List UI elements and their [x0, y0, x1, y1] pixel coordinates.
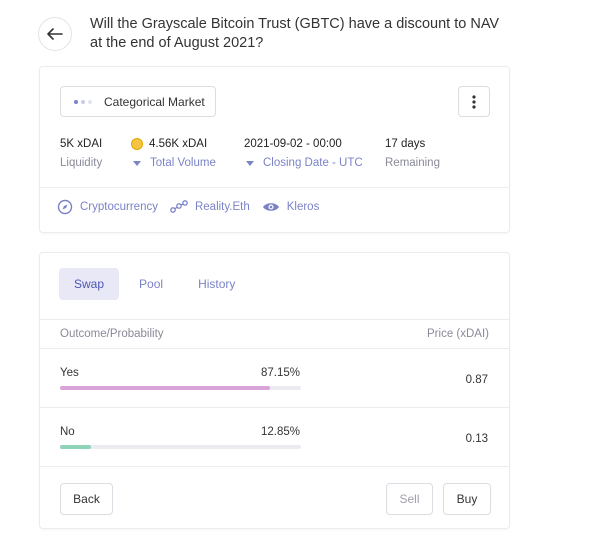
probability-bar — [60, 445, 301, 449]
probability-bar-fill — [60, 386, 271, 390]
vertical-dots-icon — [472, 94, 476, 109]
market-title: Will the Grayscale Bitcoin Trust (GBTC) … — [90, 16, 500, 51]
xdai-coin-icon — [131, 138, 143, 150]
outcome-probability: 87.15% — [260, 367, 300, 379]
stat-value: 17 days — [385, 138, 426, 150]
divider — [40, 187, 509, 188]
header-price: Price (xDAI) — [427, 328, 489, 340]
stat-label: Closing Date - UTC — [263, 157, 363, 169]
market-info-card: Categorical Market 5K xDAI Liquidity 4.5… — [39, 66, 510, 233]
tab-swap[interactable]: Swap — [59, 268, 120, 300]
categorical-dots-icon — [74, 99, 92, 104]
eye-icon — [262, 203, 279, 211]
stat-value: 4.56K xDAI — [149, 138, 208, 150]
market-tags: Cryptocurrency Reality.Eth Kleros — [57, 199, 331, 215]
tag-label: Kleros — [286, 201, 320, 213]
trade-tabs: Swap Pool History — [59, 268, 255, 300]
header-outcome-probability: Outcome/Probability — [60, 328, 164, 340]
stat-value: 2021-09-02 - 00:00 — [244, 138, 342, 150]
trade-card: Swap Pool History Outcome/Probability Pr… — [39, 252, 510, 529]
tag-cryptocurrency[interactable]: Cryptocurrency — [57, 199, 158, 215]
tag-kleros[interactable]: Kleros — [262, 201, 320, 213]
stat-total-volume[interactable]: 4.56K xDAI Total Volume — [131, 137, 216, 170]
market-type-label: Categorical Market — [104, 94, 205, 109]
back-button[interactable]: Back — [60, 483, 113, 515]
caret-down-icon — [133, 160, 141, 166]
stat-closing-date[interactable]: 2021-09-02 - 00:00 Closing Date - UTC — [244, 137, 363, 170]
outcome-name: No — [60, 426, 75, 438]
nodes-icon — [170, 200, 188, 213]
outcome-row-yes[interactable]: Yes 87.15% 0.87 — [40, 350, 509, 408]
buy-button[interactable]: Buy — [443, 483, 491, 515]
outcomes-table-header: Outcome/Probability Price (xDAI) — [40, 319, 509, 349]
tag-label: Cryptocurrency — [80, 201, 158, 213]
probability-bar — [60, 386, 301, 390]
more-options-button[interactable] — [458, 86, 490, 117]
tag-reality-eth[interactable]: Reality.Eth — [170, 200, 250, 214]
stat-value: 5K xDAI — [60, 138, 103, 150]
tab-pool[interactable]: Pool — [124, 268, 178, 300]
outcome-price: 0.87 — [465, 374, 488, 386]
stat-label: Total Volume — [150, 157, 216, 169]
outcome-price: 0.13 — [465, 433, 488, 445]
arrow-left-icon — [47, 28, 63, 40]
stat-label: Liquidity — [60, 157, 103, 169]
stat-label: Remaining — [385, 157, 440, 169]
stat-remaining: 17 days Remaining — [385, 137, 440, 170]
tab-history[interactable]: History — [183, 268, 250, 300]
market-type-badge: Categorical Market — [60, 86, 216, 117]
caret-down-icon — [246, 160, 254, 166]
tag-label: Reality.Eth — [194, 201, 250, 213]
probability-bar-fill — [60, 445, 91, 449]
outcome-row-no[interactable]: No 12.85% 0.13 — [40, 409, 509, 467]
stat-liquidity: 5K xDAI Liquidity — [60, 137, 102, 170]
sell-button[interactable]: Sell — [386, 483, 433, 515]
compass-icon — [57, 199, 73, 215]
outcome-name: Yes — [60, 367, 79, 379]
back-arrow-button[interactable] — [38, 17, 72, 51]
outcome-probability: 12.85% — [260, 426, 300, 438]
